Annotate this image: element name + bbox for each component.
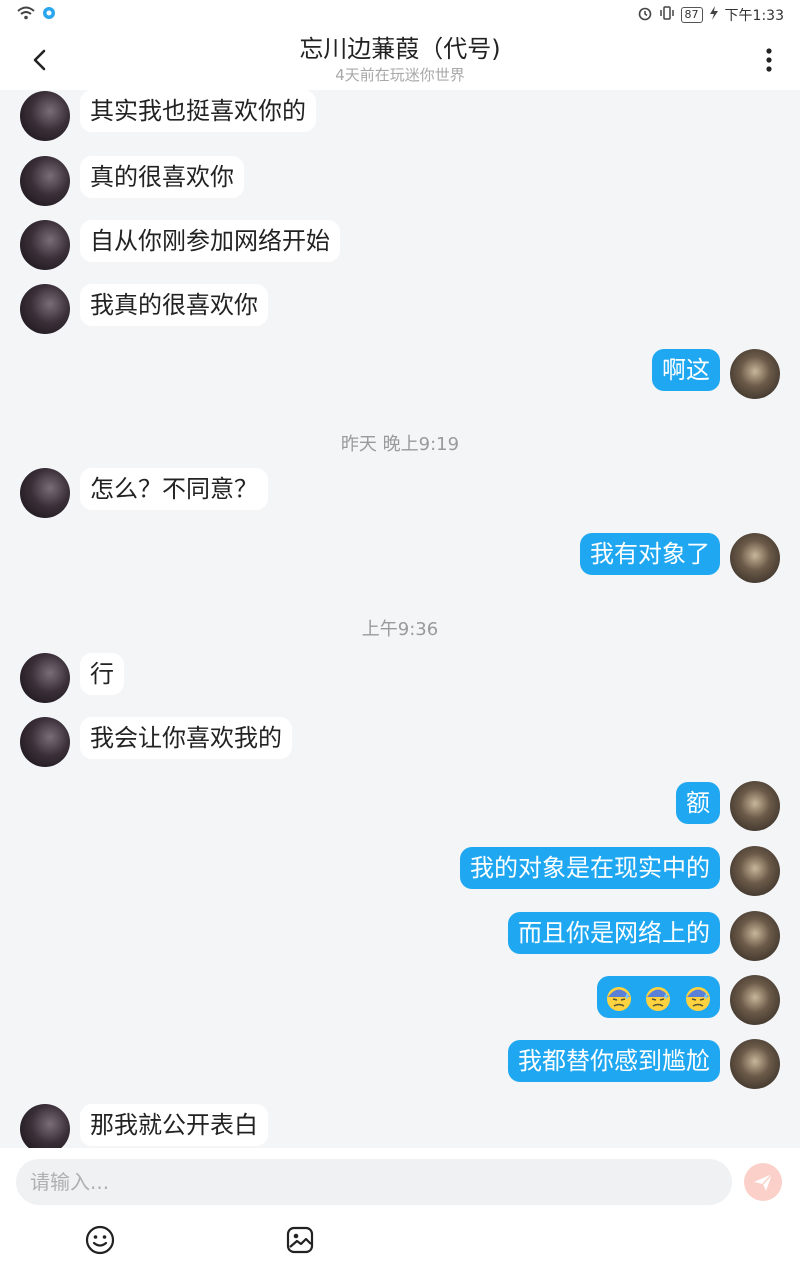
title-block: 忘川边蒹葭（代号) 4天前在玩迷你世界 (150, 32, 650, 84)
emoji-message-bubble[interactable] (596, 976, 720, 1018)
chevron-left-icon (33, 49, 46, 71)
anxious-face-with-sweat-icon (686, 987, 710, 1011)
message-bubble[interactable]: 自从你刚参加网络开始 (80, 220, 340, 262)
contact-avatar[interactable] (20, 156, 70, 206)
message-bubble[interactable]: 啊这 (652, 349, 720, 391)
image-icon (286, 1226, 314, 1254)
message-bubble[interactable]: 怎么？不同意？ (80, 468, 268, 510)
charging-icon (709, 6, 719, 24)
status-left (16, 5, 56, 25)
contact-avatar[interactable] (20, 653, 70, 703)
message-row-incoming: 我真的很喜欢你 (0, 282, 800, 334)
user-avatar[interactable] (730, 975, 780, 1025)
message-bubble[interactable]: 我有对象了 (580, 533, 720, 575)
message-bubble[interactable]: 我都替你感到尴尬 (508, 1040, 720, 1082)
user-avatar[interactable] (730, 349, 780, 399)
more-button[interactable] (754, 42, 784, 78)
message-row-outgoing: 我都替你感到尴尬 (0, 1038, 800, 1089)
contact-avatar[interactable] (20, 1104, 70, 1148)
user-avatar[interactable] (730, 846, 780, 896)
message-row-outgoing: 啊这 (0, 348, 800, 399)
message-bubble[interactable]: 而且你是网络上的 (508, 912, 720, 954)
emoji-icon (85, 1225, 115, 1255)
message-bubble[interactable]: 行 (80, 653, 124, 695)
contact-avatar[interactable] (20, 91, 70, 141)
anxious-face-with-sweat-icon (606, 987, 631, 1011)
contact-avatar[interactable] (20, 220, 70, 270)
message-bubble[interactable]: 其实我也挺喜欢你的 (80, 90, 316, 132)
input-bar (0, 1148, 800, 1280)
message-timestamp: 昨天 晚上9:19 (340, 434, 460, 455)
alarm-icon (637, 5, 653, 25)
image-button[interactable] (284, 1224, 316, 1256)
wifi-icon (16, 5, 36, 25)
user-avatar[interactable] (730, 911, 780, 961)
battery-indicator: 87 (680, 7, 703, 23)
status-right: 87 下午1:33 (637, 5, 784, 25)
message-row-incoming: 其实我也挺喜欢你的 (0, 90, 800, 141)
message-row-incoming: 行 (0, 652, 800, 703)
message-timestamp: 上午9:36 (361, 619, 439, 640)
app-notification-icon (42, 6, 56, 24)
status-bar: 87 下午1:33 (0, 0, 800, 30)
chat-subtitle: 4天前在玩迷你世界 (335, 66, 465, 84)
back-button[interactable] (22, 42, 58, 78)
message-row-incoming: 那我就公开表白 (0, 1103, 800, 1148)
message-row-incoming: 我会让你喜欢我的 (0, 716, 800, 767)
chat-header: 忘川边蒹葭（代号) 4天前在玩迷你世界 (0, 30, 800, 90)
message-row-outgoing: 而且你是网络上的 (0, 910, 800, 961)
message-row-incoming: 自从你刚参加网络开始 (0, 218, 800, 270)
contact-avatar[interactable] (20, 284, 70, 334)
message-input[interactable] (16, 1159, 732, 1205)
message-bubble[interactable]: 我真的很喜欢你 (80, 284, 268, 326)
send-button[interactable] (744, 1163, 782, 1201)
more-vertical-icon (766, 48, 772, 72)
anxious-face-with-sweat-icon (646, 987, 671, 1011)
contact-avatar[interactable] (20, 717, 70, 767)
contact-avatar[interactable] (20, 468, 70, 518)
message-row-outgoing: 我的对象是在现实中的 (0, 845, 800, 896)
status-time: 下午1:33 (724, 8, 784, 24)
message-bubble[interactable]: 额 (676, 782, 720, 824)
send-icon (754, 1173, 773, 1191)
emoji-button[interactable] (84, 1224, 116, 1256)
user-avatar[interactable] (730, 533, 780, 583)
message-row-incoming: 怎么？不同意？ (0, 467, 800, 518)
message-bubble[interactable]: 我会让你喜欢我的 (80, 717, 292, 759)
message-row-outgoing: 我有对象了 (0, 532, 800, 583)
message-bubble[interactable]: 我的对象是在现实中的 (460, 847, 720, 889)
message-bubble[interactable]: 那我就公开表白 (80, 1104, 268, 1146)
vibrate-icon (659, 5, 675, 25)
message-row-outgoing (0, 974, 800, 1025)
user-avatar[interactable] (730, 781, 780, 831)
message-list[interactable]: 其实我也挺喜欢你的 真的很喜欢你 自从你刚参加网络开始 我真的很喜欢你 啊这 昨… (0, 90, 800, 1148)
user-avatar[interactable] (730, 1039, 780, 1089)
message-row-outgoing: 额 (0, 780, 800, 831)
chat-title: 忘川边蒹葭（代号) (299, 35, 501, 63)
message-bubble[interactable]: 真的很喜欢你 (80, 156, 244, 198)
message-row-incoming: 真的很喜欢你 (0, 154, 800, 206)
